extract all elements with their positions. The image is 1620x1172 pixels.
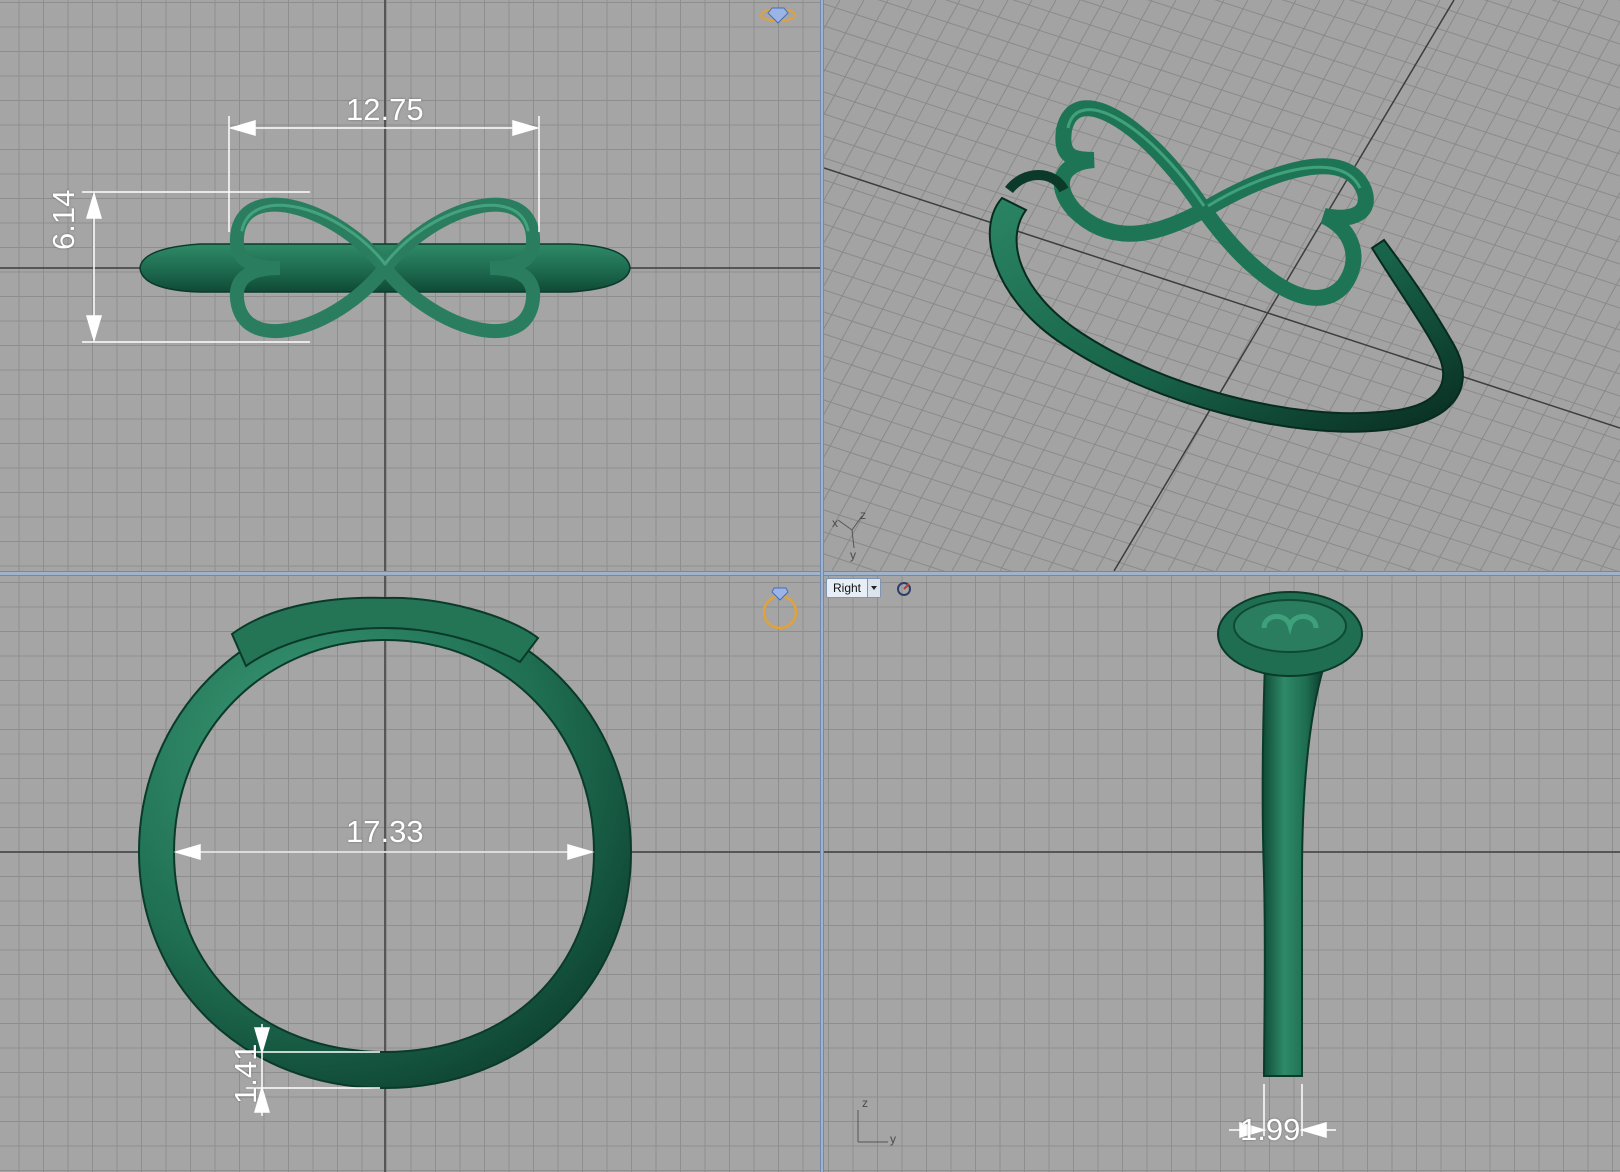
dimension-label-shank-width: 1.99 bbox=[1240, 1112, 1301, 1147]
viewport-splitter-vertical[interactable] bbox=[820, 0, 824, 1172]
front-view-scene bbox=[0, 576, 820, 1172]
viewport-splitter-horizontal[interactable] bbox=[0, 571, 1620, 576]
axis-label-z: z bbox=[860, 508, 866, 522]
ring-front-icon[interactable] bbox=[762, 587, 798, 630]
camera-rotate-icon[interactable] bbox=[896, 581, 912, 597]
right-view-scene bbox=[824, 591, 1620, 1143]
dimension-label-diameter: 17.33 bbox=[346, 814, 424, 849]
viewport-perspective[interactable]: x z y bbox=[824, 0, 1620, 571]
dimension-top-width bbox=[228, 116, 540, 232]
viewport-top[interactable]: 12.75 6.14 bbox=[0, 0, 820, 571]
viewport-tab-right[interactable]: Right bbox=[826, 578, 882, 598]
cad-viewport-layout: 12.75 6.14 x z y 17.33 1.41 Right z y 1.… bbox=[0, 0, 1620, 1172]
axis-label-y-right: y bbox=[890, 1132, 896, 1146]
perspective-view-scene bbox=[824, 0, 1620, 571]
perspective-grid bbox=[824, 0, 1620, 571]
axis-label-x: x bbox=[832, 516, 838, 530]
dimension-label-width: 12.75 bbox=[346, 92, 424, 127]
viewport-tab-label: Right bbox=[833, 581, 862, 595]
axis-triad-right bbox=[857, 1110, 888, 1143]
chevron-down-icon[interactable] bbox=[867, 579, 881, 597]
viewport-front[interactable]: 17.33 1.41 bbox=[0, 576, 820, 1172]
top-view-scene bbox=[0, 0, 820, 571]
axis-label-y: y bbox=[850, 548, 856, 562]
dimension-label-thickness: 1.41 bbox=[228, 1043, 263, 1104]
ring-top-icon[interactable] bbox=[760, 7, 796, 24]
ring-shank-side bbox=[1261, 634, 1326, 1077]
axis-label-z-right: z bbox=[862, 1096, 868, 1110]
dimension-label-height: 6.14 bbox=[46, 189, 81, 250]
viewport-right[interactable]: Right z y 1.99 bbox=[824, 576, 1620, 1172]
